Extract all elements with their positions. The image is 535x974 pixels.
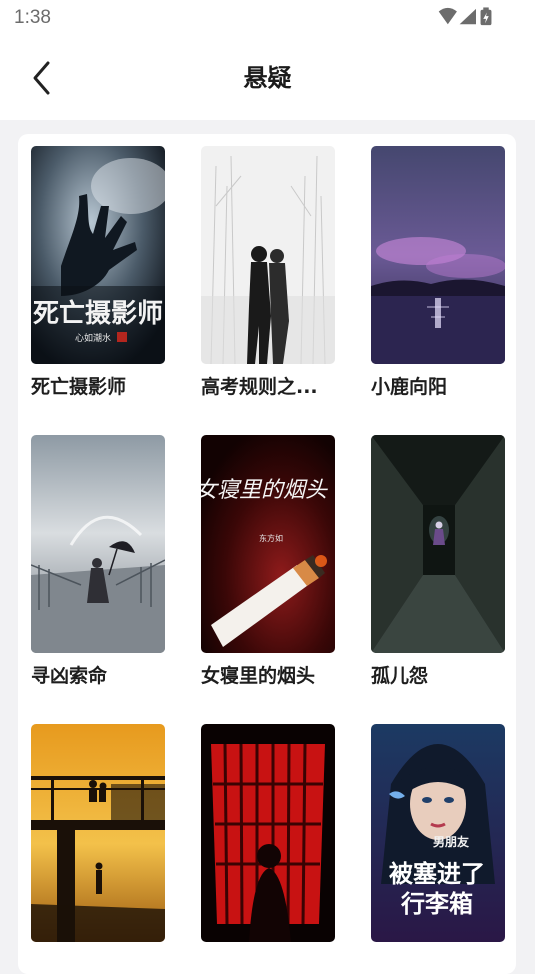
book-grid-panel: 死亡摄影师 心如潮水 死亡摄影师 高考规则之... 小鹿向阳 寻凶索命 女寝里的…	[18, 134, 516, 974]
wifi-icon	[438, 7, 457, 25]
book-card[interactable]: 孤儿怨	[371, 435, 505, 688]
book-card[interactable]: 寻凶索命	[31, 435, 165, 688]
book-card[interactable]	[31, 724, 165, 950]
book-card[interactable]	[201, 724, 335, 950]
book-cover[interactable]	[31, 724, 165, 942]
cover-title-text-line3: 行李箱	[400, 889, 473, 918]
book-title[interactable]: 孤儿怨	[371, 661, 505, 688]
status-bar: 1:38	[0, 0, 535, 36]
book-cover[interactable]	[201, 146, 335, 364]
book-card[interactable]: 小鹿向阳	[371, 146, 505, 399]
page-title: 悬疑	[243, 64, 292, 92]
book-title[interactable]: 死亡摄影师	[31, 372, 165, 399]
book-card[interactable]: 男朋友 被塞进了 行李箱	[371, 724, 505, 950]
book-card[interactable]: 死亡摄影师 心如潮水 死亡摄影师	[31, 146, 165, 399]
battery-icon	[480, 7, 492, 26]
book-cover[interactable]	[371, 146, 505, 364]
book-cover[interactable]	[31, 435, 165, 653]
cover-title-text-line1: 男朋友	[433, 834, 469, 849]
book-cover[interactable]: 男朋友 被塞进了 行李箱	[371, 724, 505, 942]
signal-icon	[459, 8, 476, 25]
book-cover[interactable]	[371, 435, 505, 653]
cover-author-text: 心如潮水	[75, 332, 111, 344]
status-time: 1:38	[14, 7, 51, 28]
cover-author-text: 东方如	[259, 533, 283, 543]
book-title[interactable]: 寻凶索命	[31, 661, 165, 688]
cover-title-text: 女寝里的烟头	[201, 478, 328, 503]
book-title[interactable]: 小鹿向阳	[371, 372, 505, 399]
book-cover[interactable]: 女寝里的烟头 东方如	[201, 435, 335, 653]
book-card[interactable]: 女寝里的烟头 东方如 女寝里的烟头	[201, 435, 335, 688]
book-cover[interactable]	[201, 724, 335, 942]
book-title[interactable]: 高考规则之...	[201, 372, 335, 399]
book-card[interactable]: 高考规则之...	[201, 146, 335, 399]
cover-title-text: 死亡摄影师	[33, 298, 163, 329]
top-bar: 悬疑	[0, 36, 535, 120]
book-title[interactable]: 女寝里的烟头	[201, 661, 335, 688]
status-icons	[438, 7, 492, 26]
cover-title-text-line2: 被塞进了	[389, 859, 485, 888]
book-cover[interactable]: 死亡摄影师 心如潮水	[31, 146, 165, 364]
